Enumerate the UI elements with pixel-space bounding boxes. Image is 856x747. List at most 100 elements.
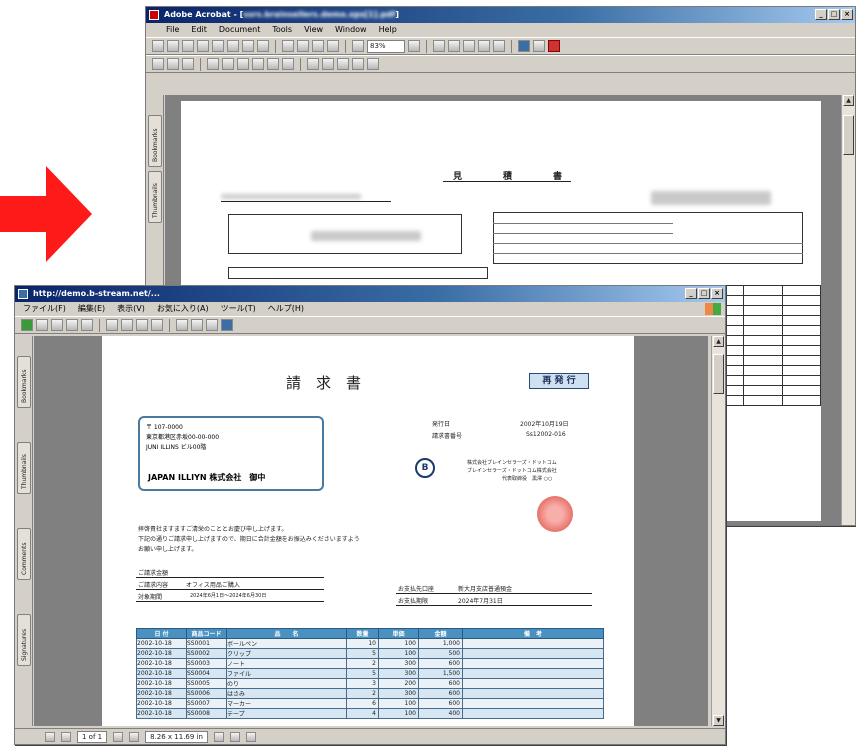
acrobat-title-bar: Adobe Acrobat - [ssrs.brainsellers.demo.…	[146, 7, 855, 23]
find-icon[interactable]	[242, 40, 254, 52]
comment-icon[interactable]	[207, 58, 219, 70]
rect-tool-icon[interactable]	[282, 58, 294, 70]
open-icon[interactable]	[152, 40, 164, 52]
snapshot-icon[interactable]	[167, 58, 179, 70]
menu-edit-jp[interactable]: 編集(E)	[78, 302, 105, 316]
article-icon[interactable]	[367, 58, 379, 70]
last-page-button[interactable]	[129, 731, 140, 742]
field-account-value: 新大月支店普通預金	[458, 586, 513, 593]
recipient-address-box: 〒 107-0000 東京都港区赤坂00-00-000 JUNI ILLINS …	[138, 416, 324, 491]
menu-view[interactable]: View	[304, 23, 323, 37]
invoice-title: 請 求 書	[286, 374, 362, 392]
pdf-page-area: 請 求 書 再 発 行 〒 107-0000 東京都港区赤坂00-00-000 …	[34, 336, 708, 726]
tab-bookmarks[interactable]: Bookmarks	[148, 115, 162, 167]
search-icon[interactable]	[106, 319, 118, 331]
pdf-vertical-scrollbar[interactable]: ▲ ▼	[711, 336, 725, 726]
browser-toolbar	[15, 316, 725, 334]
favorites-icon[interactable]	[121, 319, 133, 331]
save-icon[interactable]	[182, 40, 194, 52]
forward-icon[interactable]	[36, 319, 48, 331]
email-icon[interactable]	[197, 40, 209, 52]
greeting-line-1: 拝啓貴社ますますご清栄のこととお慶び申し上げます。	[138, 526, 288, 533]
field-content-label: ご請求内容	[138, 582, 169, 589]
tab-comments-pdf[interactable]: Comments	[17, 528, 31, 580]
facing-icon[interactable]	[245, 731, 256, 742]
select-icon[interactable]	[257, 40, 269, 52]
greeting-line-3: お願い申し上げます。	[138, 546, 198, 553]
prev-page-icon[interactable]	[297, 40, 309, 52]
zoom-in-icon[interactable]	[408, 40, 420, 52]
menu-file[interactable]: File	[166, 23, 179, 37]
menu-tools[interactable]: Tools	[272, 23, 292, 37]
refresh-icon[interactable]	[66, 319, 78, 331]
print-icon[interactable]	[167, 40, 179, 52]
discuss-icon[interactable]	[221, 319, 233, 331]
acrobat-logo-icon[interactable]	[548, 40, 560, 52]
fit-width-icon[interactable]	[463, 40, 475, 52]
next-page-icon[interactable]	[312, 40, 324, 52]
stop-icon-ie[interactable]	[51, 319, 63, 331]
field-due-label: お支払期限	[398, 598, 429, 605]
minimize-button[interactable]: _	[815, 9, 827, 20]
page-indicator[interactable]: 1 of 1	[77, 730, 108, 743]
menu-tools-jp[interactable]: ツール(T)	[221, 302, 256, 316]
tab-thumbnails-pdf[interactable]: Thumbnails	[17, 442, 31, 494]
single-page-icon[interactable]	[213, 731, 224, 742]
zoom-out-icon[interactable]	[352, 40, 364, 52]
tab-bookmarks-pdf[interactable]: Bookmarks	[17, 356, 31, 408]
text-select-icon[interactable]	[152, 58, 164, 70]
continuous-icon[interactable]	[229, 731, 240, 742]
touchup-icon[interactable]	[182, 58, 194, 70]
link-tool-icon[interactable]	[322, 58, 334, 70]
crop-icon[interactable]	[337, 58, 349, 70]
menu-view-jp[interactable]: 表示(V)	[117, 302, 145, 316]
pencil-icon[interactable]	[252, 58, 264, 70]
fit-page-icon[interactable]	[448, 40, 460, 52]
first-page-button[interactable]	[45, 731, 55, 742]
menu-help[interactable]: Help	[379, 23, 397, 37]
last-page-icon[interactable]	[327, 40, 339, 52]
menu-document[interactable]: Document	[219, 23, 260, 37]
browser-maximize-button[interactable]: □	[698, 288, 710, 299]
menu-favorites-jp[interactable]: お気に入り(A)	[157, 302, 209, 316]
highlight-icon[interactable]	[222, 58, 234, 70]
history-icon[interactable]	[151, 319, 163, 331]
tab-thumbnails[interactable]: Thumbnails	[148, 171, 162, 223]
menu-help-jp[interactable]: ヘルプ(H)	[268, 302, 304, 316]
first-page-icon[interactable]	[282, 40, 294, 52]
circle-mark: B	[415, 458, 435, 478]
prev-page-button[interactable]	[61, 731, 71, 742]
stop-icon[interactable]	[533, 40, 545, 52]
maximize-button[interactable]: □	[828, 9, 840, 20]
next-page-button[interactable]	[113, 731, 124, 742]
menu-file-jp[interactable]: ファイル(F)	[23, 302, 66, 316]
movie-icon[interactable]	[352, 58, 364, 70]
edit-icon[interactable]	[206, 319, 218, 331]
reflow-icon[interactable]	[478, 40, 490, 52]
attach-icon[interactable]	[212, 40, 224, 52]
zoom-field[interactable]: 83%	[367, 39, 405, 53]
form-field-icon[interactable]	[307, 58, 319, 70]
browser-close-button[interactable]: ×	[711, 288, 723, 299]
table-row: 2002-10-18 SS0007 マーカー 6 100 600	[136, 698, 604, 709]
tab-signatures-pdf[interactable]: Signatures	[17, 614, 31, 666]
menu-window[interactable]: Window	[335, 23, 367, 37]
back-icon[interactable]	[21, 319, 33, 331]
browser-minimize-button[interactable]: _	[685, 288, 697, 299]
hand-tool-icon[interactable]	[227, 40, 239, 52]
actual-size-icon[interactable]	[433, 40, 445, 52]
print-icon-ie[interactable]	[191, 319, 203, 331]
rotate-icon[interactable]	[493, 40, 505, 52]
page-size-indicator: 8.26 x 11.69 in	[145, 730, 208, 743]
line-tool-icon[interactable]	[267, 58, 279, 70]
table-row: 2002-10-18 SS0005 のり 3 200 600	[136, 678, 604, 689]
home-icon[interactable]	[81, 319, 93, 331]
menu-edit[interactable]: Edit	[191, 23, 207, 37]
mail-icon[interactable]	[176, 319, 188, 331]
acrobat-vertical-scrollbar[interactable]: ▲	[841, 95, 855, 525]
media-icon[interactable]	[136, 319, 148, 331]
close-button[interactable]: ×	[841, 9, 853, 20]
th-qty: 数量	[346, 628, 379, 639]
record-icon[interactable]	[518, 40, 530, 52]
stamp-tool-icon[interactable]	[237, 58, 249, 70]
